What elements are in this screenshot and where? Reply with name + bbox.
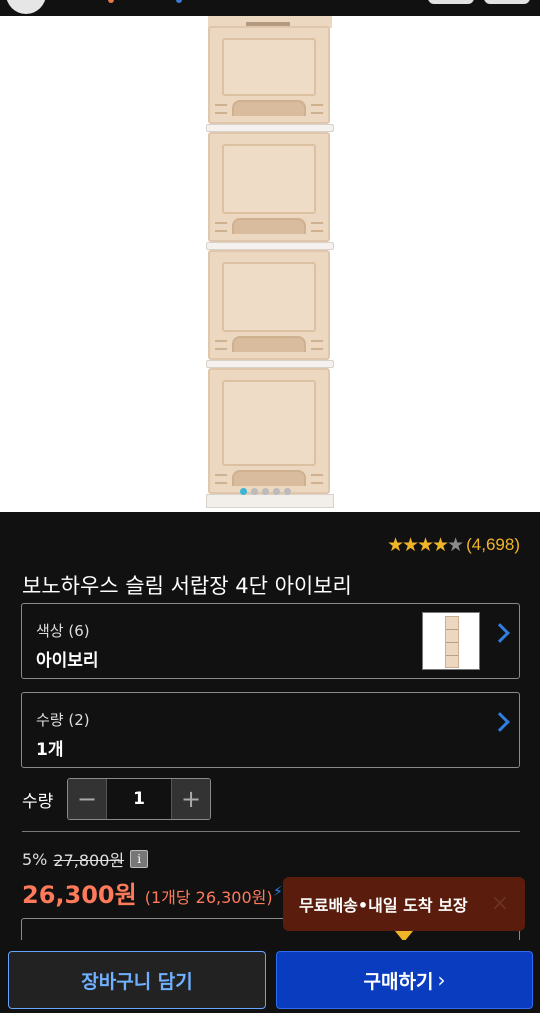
add-to-cart-button[interactable]: 장바구니 담기 <box>8 951 266 1009</box>
search-button[interactable] <box>428 0 474 4</box>
info-icon[interactable]: i <box>130 850 149 868</box>
quantity-label: 수량 <box>22 791 54 812</box>
color-option-selector[interactable]: 색상 (6) 아이보리 <box>21 603 520 679</box>
quantity-stepper[interactable]: − 1 + <box>67 778 211 820</box>
chevron-right-icon <box>490 623 510 643</box>
color-option-label: 색상 (6) <box>36 622 90 640</box>
product-image <box>206 16 334 508</box>
star-rating-icon: ★★★★★ <box>386 534 464 556</box>
top-app-bar <box>0 0 540 16</box>
delivery-tooltip[interactable]: 무료배송•내일 도착 보장 × <box>283 877 525 942</box>
option-thumbnail <box>422 612 480 670</box>
carousel-dot[interactable] <box>284 488 291 495</box>
product-image-carousel[interactable] <box>0 16 540 512</box>
quantity-input[interactable]: 1 <box>106 779 172 819</box>
close-icon[interactable]: × <box>491 891 509 916</box>
carousel-dot[interactable] <box>262 488 269 495</box>
rating-summary[interactable]: ★★★★★ (4,698) <box>387 534 520 556</box>
quantity-option-label: 수량 (2) <box>36 711 90 729</box>
unit-price: (1개당 26,300원) <box>144 888 273 907</box>
drawer <box>208 250 330 360</box>
cart-button[interactable] <box>484 0 530 4</box>
carousel-dot[interactable] <box>240 488 247 495</box>
drawer <box>208 26 330 124</box>
drawer-divider <box>206 242 334 250</box>
carousel-dot[interactable] <box>273 488 280 495</box>
chevron-right-icon <box>490 712 510 732</box>
buy-now-button[interactable]: 구매하기 › <box>276 951 533 1009</box>
quantity-row: 수량 − 1 + <box>22 778 211 820</box>
drawer-divider <box>206 124 334 132</box>
sale-price: 26,300원 <box>22 881 137 909</box>
price-row: 26,300원 (1개당 26,300원) <box>22 875 273 910</box>
carousel-dot[interactable] <box>251 488 258 495</box>
review-count[interactable]: (4,698) <box>466 535 520 555</box>
discount-rate: 5% <box>22 849 48 869</box>
back-button[interactable] <box>6 0 46 14</box>
original-price: 27,800원 <box>53 851 125 870</box>
minus-button[interactable]: − <box>68 779 106 819</box>
plus-button[interactable]: + <box>172 779 210 819</box>
product-title: 보노하우스 슬림 서랍장 4단 아이보리 <box>22 574 352 598</box>
quantity-option-selector[interactable]: 수량 (2) 1개 <box>21 692 520 768</box>
buy-now-label: 구매하기 <box>363 970 434 993</box>
rocket-icon: ⚡ <box>273 884 283 900</box>
color-option-value: 아이보리 <box>36 651 99 671</box>
drawer <box>208 132 330 242</box>
chevron-right-icon: › <box>437 968 446 992</box>
carousel-indicator[interactable] <box>240 488 291 495</box>
cabinet-base <box>206 494 334 508</box>
bottom-action-bar: 장바구니 담기 구매하기 › <box>0 940 540 1013</box>
drawer-divider <box>206 360 334 368</box>
quantity-option-value: 1개 <box>36 740 64 760</box>
discount-row: 5% 27,800원 i <box>22 847 149 871</box>
divider <box>22 831 520 832</box>
logo-dot-icon <box>176 0 182 3</box>
logo-dot-icon <box>108 0 114 3</box>
add-to-cart-label: 장바구니 담기 <box>81 970 193 993</box>
tooltip-text: 무료배송•내일 도착 보장 <box>299 896 468 915</box>
drawer <box>208 368 330 494</box>
